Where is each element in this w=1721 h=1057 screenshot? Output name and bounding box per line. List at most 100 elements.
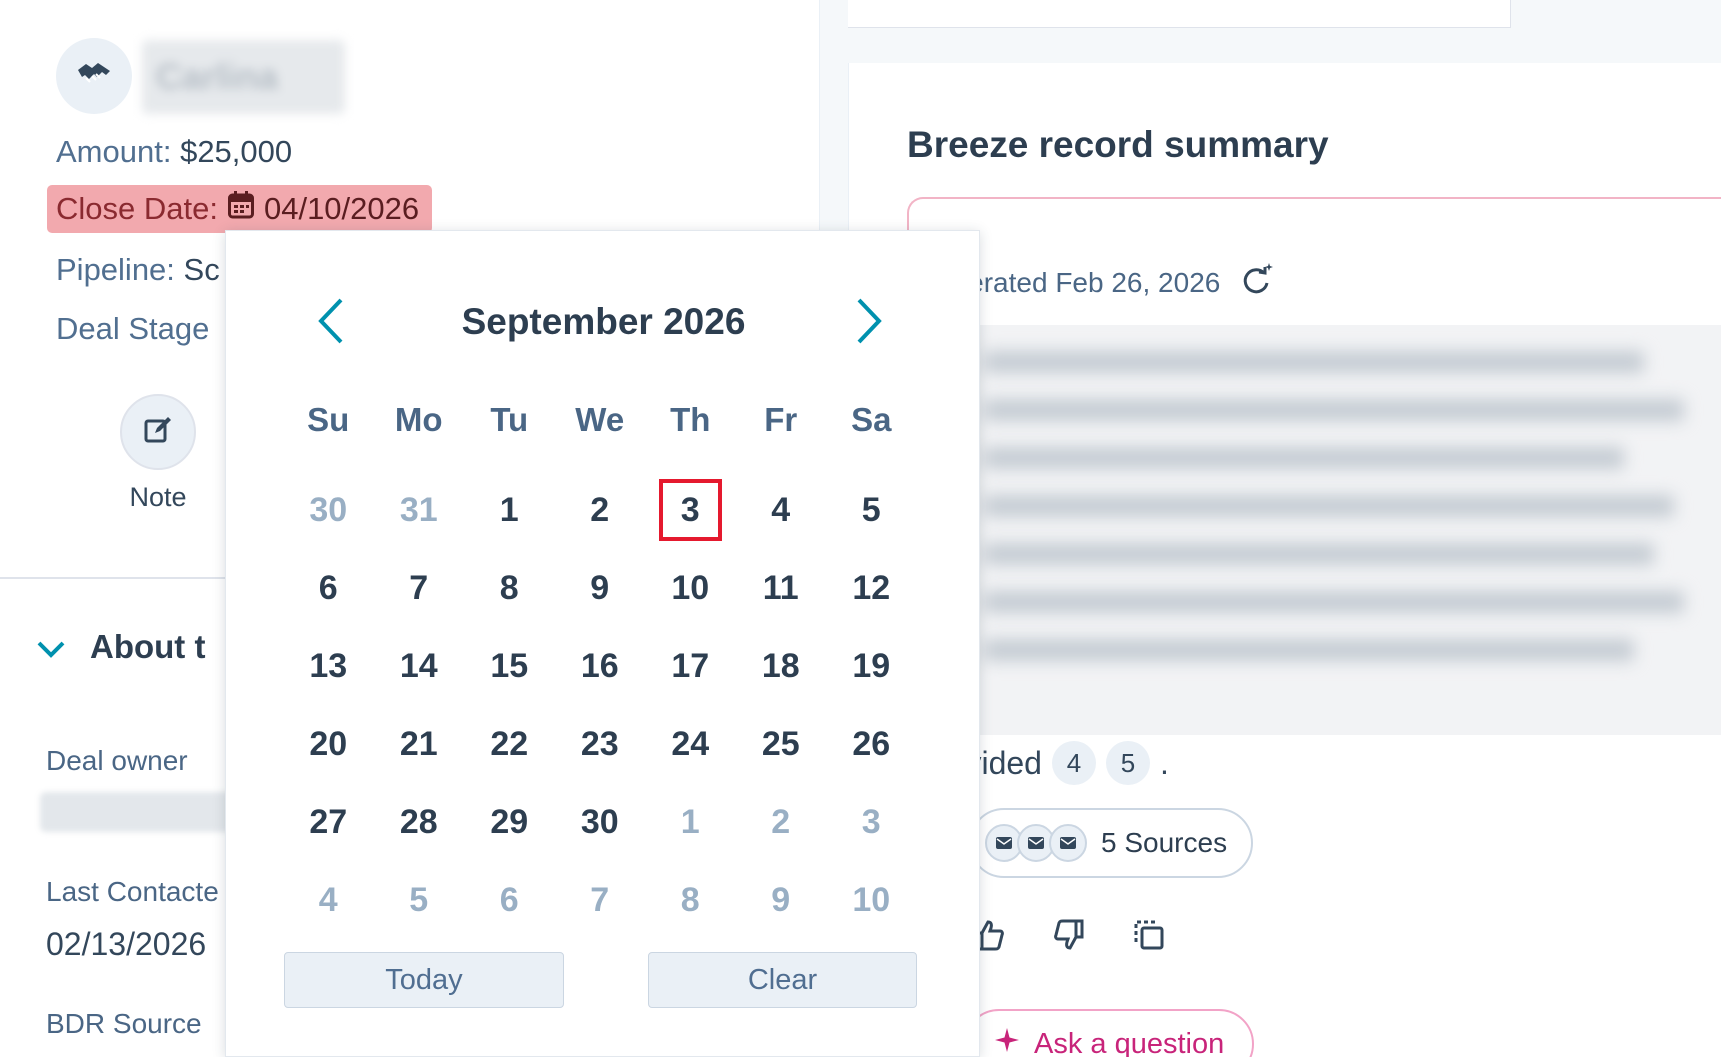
calendar-day[interactable]: 25 — [736, 705, 827, 783]
calendar-day[interactable]: 10 — [645, 549, 736, 627]
close-date-value: 04/10/2026 — [263, 191, 420, 226]
deal-stage-label: Deal Stage — [56, 311, 210, 346]
calendar-day[interactable]: 6 — [464, 861, 555, 939]
calendar-day[interactable]: 17 — [645, 627, 736, 705]
calendar-day[interactable]: 7 — [555, 861, 646, 939]
calendar-day[interactable]: 9 — [555, 549, 646, 627]
calendar-day[interactable]: 29 — [464, 783, 555, 861]
calendar-day[interactable]: 5 — [826, 471, 917, 549]
generated-timestamp: enerated Feb 26, 2026 — [937, 261, 1274, 304]
calendar-day-number: 4 — [771, 490, 791, 529]
calendar-day[interactable]: 10 — [826, 861, 917, 939]
bdr-source-label: BDR Source — [46, 1008, 202, 1039]
date-picker-popover: September 2026 Su Mo Tu We Th Fr Sa 30 31… — [225, 230, 980, 1057]
about-section-toggle[interactable]: About t — [36, 628, 205, 666]
calendar-day[interactable]: 24 — [645, 705, 736, 783]
calendar-day-number: 10 — [671, 568, 710, 607]
calendar-day[interactable]: 27 — [283, 783, 374, 861]
calendar-day[interactable]: 16 — [555, 627, 646, 705]
summary-title: Breeze record summary — [907, 124, 1329, 165]
amount-property: Amount: $25,000 — [56, 134, 292, 170]
calendar-day-number: 12 — [852, 568, 891, 607]
pipeline-value: Sc — [183, 252, 220, 287]
today-button[interactable]: Today — [284, 952, 564, 1008]
clear-button[interactable]: Clear — [648, 952, 917, 1008]
calendar-day-number: 13 — [309, 646, 348, 685]
copy-icon[interactable] — [1129, 915, 1169, 955]
amount-label: Amount: — [56, 134, 172, 169]
close-date-property[interactable]: Close Date: 04/10/2026 — [47, 185, 433, 233]
calendar-day[interactable]: 11 — [736, 549, 827, 627]
calendar-day[interactable]: 20 — [283, 705, 374, 783]
last-contacted-value[interactable]: 02/13/2026 — [46, 926, 206, 963]
sources-label: 5 Sources — [1101, 827, 1228, 858]
calendar-day-number: 14 — [399, 646, 438, 685]
calendar-day[interactable]: 2 — [555, 471, 646, 549]
calendar-day-number: 2 — [590, 490, 610, 529]
note-action-button[interactable] — [120, 394, 196, 470]
calendar-day[interactable]: 28 — [374, 783, 465, 861]
close-date-field[interactable]: 04/10/2026 — [227, 191, 420, 227]
record-name[interactable]: Carlina — [142, 40, 345, 114]
handshake-icon — [76, 60, 112, 93]
calendar-day-number: 7 — [409, 568, 429, 607]
calendar-day[interactable]: 18 — [736, 627, 827, 705]
deal-owner-value[interactable] — [40, 792, 240, 832]
weekday-label: We — [575, 401, 625, 438]
calendar-day[interactable]: 9 — [736, 861, 827, 939]
citation-badge[interactable]: 5 — [1105, 741, 1150, 785]
weekday-label: Mo — [394, 401, 443, 438]
calendar-day[interactable]: 14 — [374, 627, 465, 705]
calendar-day[interactable]: 31 — [374, 471, 465, 549]
sparkle-icon — [994, 1027, 1020, 1057]
calendar-day[interactable]: 2 — [736, 783, 827, 861]
note-action[interactable]: Note — [103, 394, 213, 513]
calendar-day-number: 30 — [580, 802, 619, 841]
feedback-actions — [969, 915, 1169, 955]
calendar-day[interactable]: 3 — [826, 783, 917, 861]
calendar-day[interactable]: 19 — [826, 627, 917, 705]
calendar-day-number: 30 — [309, 490, 348, 529]
calendar-day[interactable]: 13 — [283, 627, 374, 705]
calendar-day-number: 29 — [490, 802, 529, 841]
calendar-day[interactable]: 8 — [645, 861, 736, 939]
calendar-day[interactable]: 6 — [283, 549, 374, 627]
calendar-day[interactable]: 5 — [374, 861, 465, 939]
calendar-day-number: 27 — [309, 802, 348, 841]
thumbs-down-icon[interactable] — [1049, 915, 1089, 955]
calendar-day-number: 11 — [762, 568, 799, 607]
calendar-day[interactable]: 15 — [464, 627, 555, 705]
calendar-day-number: 22 — [490, 724, 529, 763]
pipeline-label: Pipeline: — [56, 252, 175, 287]
calendar-day[interactable]: 30 — [283, 471, 374, 549]
calendar-day[interactable]: 7 — [374, 549, 465, 627]
calendar-day-number: 23 — [580, 724, 619, 763]
calendar-day[interactable]: 4 — [736, 471, 827, 549]
calendar-day-selected[interactable]: 3 — [645, 471, 736, 549]
calendar-day-number: 17 — [671, 646, 710, 685]
calendar-day[interactable]: 23 — [555, 705, 646, 783]
calendar-day-number: 28 — [399, 802, 438, 841]
citation-badge[interactable]: 4 — [1051, 741, 1096, 785]
last-contacted-label: Last Contacte — [46, 876, 219, 907]
calendar-day[interactable]: 8 — [464, 549, 555, 627]
calendar-day[interactable]: 26 — [826, 705, 917, 783]
calendar-day[interactable]: 4 — [283, 861, 374, 939]
calendar-day-number: 8 — [499, 568, 519, 607]
calendar-day[interactable]: 1 — [645, 783, 736, 861]
calendar-day-number: 19 — [852, 646, 891, 685]
next-month-button[interactable] — [839, 293, 899, 353]
email-source-icon — [1049, 824, 1087, 862]
calendar-day[interactable]: 30 — [555, 783, 646, 861]
calendar-day-number: 4 — [318, 880, 338, 919]
calendar-day-number: 9 — [590, 568, 610, 607]
calendar-day[interactable]: 22 — [464, 705, 555, 783]
calendar-day[interactable]: 1 — [464, 471, 555, 549]
ask-question-button[interactable]: Ask a question — [964, 1009, 1255, 1057]
amount-value: $25,000 — [180, 134, 293, 169]
regenerate-icon[interactable] — [1238, 261, 1274, 304]
calendar-day[interactable]: 21 — [374, 705, 465, 783]
deal-owner-label: Deal owner — [46, 745, 188, 776]
sources-button[interactable]: 5 Sources — [969, 808, 1254, 878]
calendar-day[interactable]: 12 — [826, 549, 917, 627]
